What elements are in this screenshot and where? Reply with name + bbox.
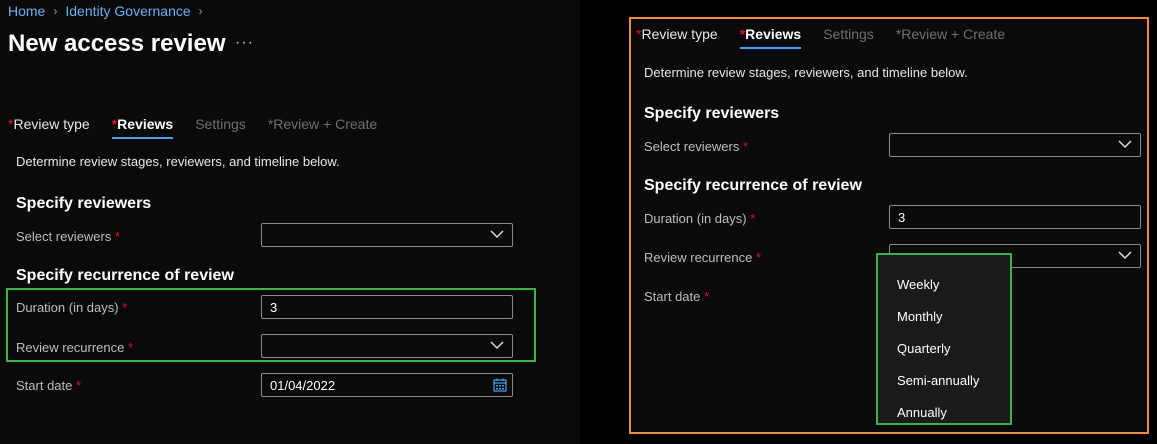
tab-reviews[interactable]: *Reviews bbox=[111, 116, 173, 139]
wizard-tabs: *Review type *Reviews Settings *Review +… bbox=[8, 116, 399, 139]
breadcrumb: Home › Identity Governance › bbox=[8, 3, 203, 19]
description-text: Determine review stages, reviewers, and … bbox=[16, 154, 340, 169]
chevron-right-icon: › bbox=[53, 4, 58, 18]
chevron-right-icon: › bbox=[198, 4, 203, 18]
tab-review-create[interactable]: *Review + Create bbox=[268, 116, 377, 139]
start-date-value: 01/04/2022 bbox=[270, 378, 336, 393]
start-date-input[interactable]: 01/04/2022 bbox=[261, 373, 513, 397]
more-icon[interactable]: ··· bbox=[235, 34, 254, 52]
section-specify-recurrence: Specify recurrence of review bbox=[16, 267, 234, 284]
select-reviewers-dropdown[interactable] bbox=[261, 223, 513, 247]
breadcrumb-identity-governance-link[interactable]: Identity Governance bbox=[65, 3, 190, 19]
chevron-down-icon bbox=[490, 230, 504, 239]
start-date-label: Start date * bbox=[16, 378, 82, 393]
tab-review-type[interactable]: *Review type bbox=[8, 116, 90, 139]
calendar-icon[interactable] bbox=[493, 378, 507, 392]
tab-settings[interactable]: Settings bbox=[195, 116, 246, 139]
breadcrumb-home-link[interactable]: Home bbox=[8, 3, 45, 19]
select-reviewers-label: Select reviewers * bbox=[16, 229, 121, 244]
highlight-box-left bbox=[6, 288, 536, 362]
page-title: New access review bbox=[8, 30, 226, 57]
section-specify-reviewers: Specify reviewers bbox=[16, 195, 152, 212]
highlight-box-options bbox=[876, 253, 1012, 425]
left-panel: Home › Identity Governance › New access … bbox=[0, 0, 580, 444]
